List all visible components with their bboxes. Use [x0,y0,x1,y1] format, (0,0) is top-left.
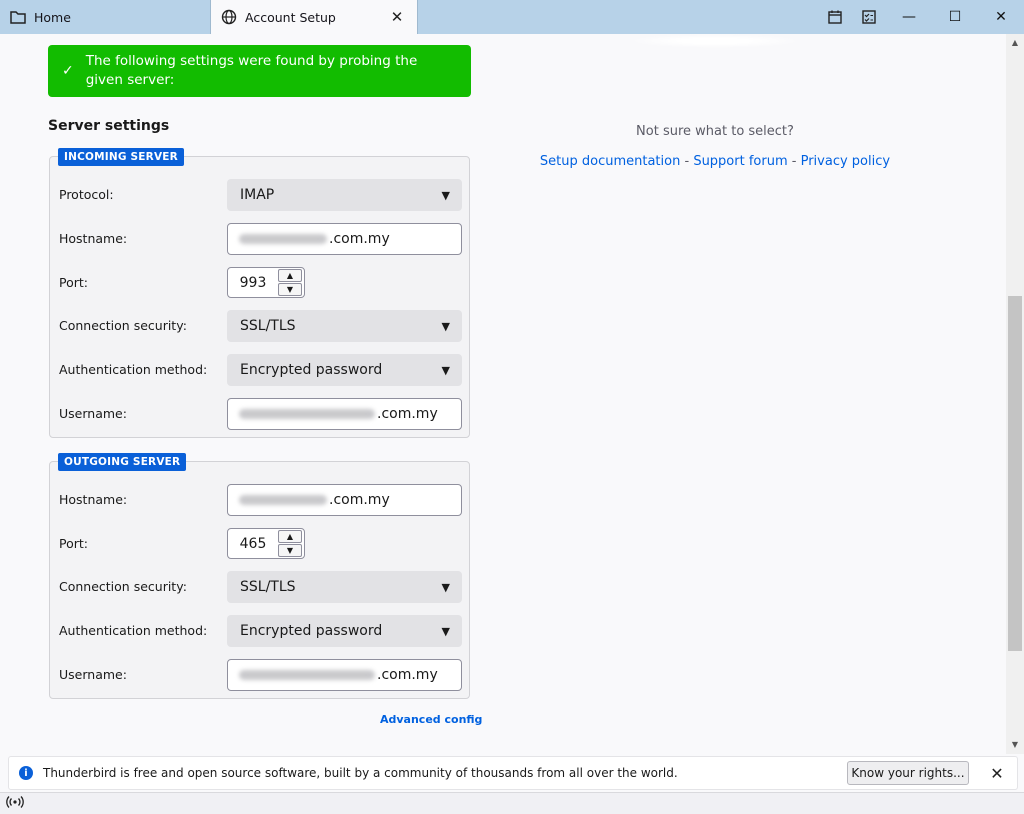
chevron-down-icon: ▼ [441,319,450,333]
outgoing-hostname-suffix: .com.my [329,492,390,508]
outgoing-auth-row: Authentication method: Encrypted passwor… [50,615,471,647]
server-settings-title: Server settings [48,118,170,134]
outgoing-security-value: SSL/TLS [240,579,296,595]
know-your-rights-button[interactable]: Know your rights... [847,761,969,785]
incoming-security-label: Connection security: [59,318,187,333]
incoming-hostname-row: Hostname: .com.my [50,223,471,255]
redacted-text [239,670,375,680]
notification-bar: i Thunderbird is free and open source so… [8,756,1018,790]
incoming-username-row: Username: .com.my [50,398,471,430]
chevron-down-icon: ▼ [441,188,450,202]
incoming-server-box: INCOMING SERVER Protocol: IMAP ▼ Hostnam… [49,148,471,438]
chevron-down-icon: ▼ [441,363,450,377]
scroll-down-icon[interactable]: ▼ [1006,736,1024,752]
outgoing-security-label: Connection security: [59,579,187,594]
outgoing-auth-select[interactable]: Encrypted password ▼ [227,615,462,647]
outgoing-server-box: OUTGOING SERVER Hostname: .com.my Port: … [49,453,471,699]
outgoing-username-input[interactable]: .com.my [227,659,462,691]
incoming-port-label: Port: [59,275,88,290]
outgoing-security-row: Connection security: SSL/TLS ▼ [50,571,471,603]
incoming-auth-label: Authentication method: [59,362,208,377]
redacted-text [239,234,327,244]
incoming-protocol-select[interactable]: IMAP ▼ [227,179,462,211]
outgoing-port-label: Port: [59,536,88,551]
outgoing-username-row: Username: .com.my [50,659,471,691]
incoming-protocol-value: IMAP [240,187,275,203]
outgoing-port-stepper[interactable]: 465 ▲ ▼ [227,528,305,559]
scrollbar-thumb[interactable] [1008,296,1022,651]
link-separator: - [787,154,801,169]
chevron-down-icon: ▼ [441,624,450,638]
incoming-security-select[interactable]: SSL/TLS ▼ [227,310,462,342]
maximize-button[interactable]: ☐ [932,0,978,34]
incoming-username-suffix: .com.my [377,406,438,422]
notification-text: Thunderbird is free and open source soft… [43,766,678,780]
globe-icon [221,9,237,25]
tab-home[interactable]: Home [0,0,210,34]
tab-account-setup[interactable]: Account Setup ✕ [210,0,418,34]
success-banner: ✓ The following settings were found by p… [48,45,471,97]
outgoing-username-suffix: .com.my [377,667,438,683]
link-separator: - [680,154,694,169]
incoming-hostname-input[interactable]: .com.my [227,223,462,255]
info-icon: i [19,766,33,780]
outgoing-auth-value: Encrypted password [240,623,383,639]
tasks-icon[interactable] [852,0,886,34]
tab-home-label: Home [34,9,71,25]
advanced-config-link[interactable]: Advanced config [380,713,482,726]
account-setup-content: ✓ The following settings were found by p… [0,34,1006,754]
outgoing-hostname-label: Hostname: [59,492,128,507]
incoming-auth-select[interactable]: Encrypted password ▼ [227,354,462,386]
online-status-icon[interactable] [6,795,24,812]
redacted-text [239,495,327,505]
outgoing-auth-label: Authentication method: [59,623,208,638]
scroll-up-icon[interactable]: ▲ [1006,34,1024,50]
decrement-arrow-icon[interactable]: ▼ [278,544,302,557]
outgoing-hostname-input[interactable]: .com.my [227,484,462,516]
tab-account-setup-label: Account Setup [245,9,336,25]
incoming-protocol-row: Protocol: IMAP ▼ [50,179,471,211]
incoming-security-value: SSL/TLS [240,318,296,334]
title-bar: Home Account Setup ✕ — ☐ ✕ [0,0,1024,34]
checkmark-icon: ✓ [62,62,74,79]
outgoing-port-row: Port: 465 ▲ ▼ [50,528,471,560]
incoming-security-row: Connection security: SSL/TLS ▼ [50,310,471,342]
help-question: Not sure what to select? [636,124,794,139]
increment-arrow-icon[interactable]: ▲ [278,269,302,282]
incoming-protocol-label: Protocol: [59,187,114,202]
incoming-auth-row: Authentication method: Encrypted passwor… [50,354,471,386]
success-banner-text: The following settings were found by pro… [85,53,418,88]
incoming-hostname-label: Hostname: [59,231,128,246]
help-links: Setup documentation - Support forum - Pr… [520,154,910,169]
outgoing-security-select[interactable]: SSL/TLS ▼ [227,571,462,603]
tab-close-icon[interactable]: ✕ [387,8,407,26]
incoming-port-stepper[interactable]: 993 ▲ ▼ [227,267,305,298]
incoming-port-row: Port: 993 ▲ ▼ [50,267,471,299]
notification-close-icon[interactable]: ✕ [987,764,1007,783]
decrement-arrow-icon[interactable]: ▼ [278,283,302,296]
incoming-server-legend: INCOMING SERVER [58,148,184,166]
incoming-username-input[interactable]: .com.my [227,398,462,430]
minimize-button[interactable]: — [886,0,932,34]
support-forum-link[interactable]: Support forum [693,154,787,169]
increment-arrow-icon[interactable]: ▲ [278,530,302,543]
calendar-icon[interactable] [818,0,852,34]
incoming-hostname-suffix: .com.my [329,231,390,247]
incoming-username-label: Username: [59,406,127,421]
vertical-scrollbar[interactable]: ▲ ▼ [1006,34,1024,754]
outgoing-server-legend: OUTGOING SERVER [58,453,187,471]
privacy-policy-link[interactable]: Privacy policy [801,154,890,169]
outgoing-username-label: Username: [59,667,127,682]
folder-icon [10,11,26,24]
status-bar [0,792,1024,814]
outgoing-port-value[interactable]: 465 [228,529,278,558]
incoming-auth-value: Encrypted password [240,362,383,378]
redacted-text [239,409,375,419]
chevron-down-icon: ▼ [441,580,450,594]
outgoing-hostname-row: Hostname: .com.my [50,484,471,516]
incoming-port-value[interactable]: 993 [228,268,278,297]
setup-documentation-link[interactable]: Setup documentation [540,154,680,169]
window-close-button[interactable]: ✕ [978,0,1024,34]
decorative-glow [630,34,800,48]
